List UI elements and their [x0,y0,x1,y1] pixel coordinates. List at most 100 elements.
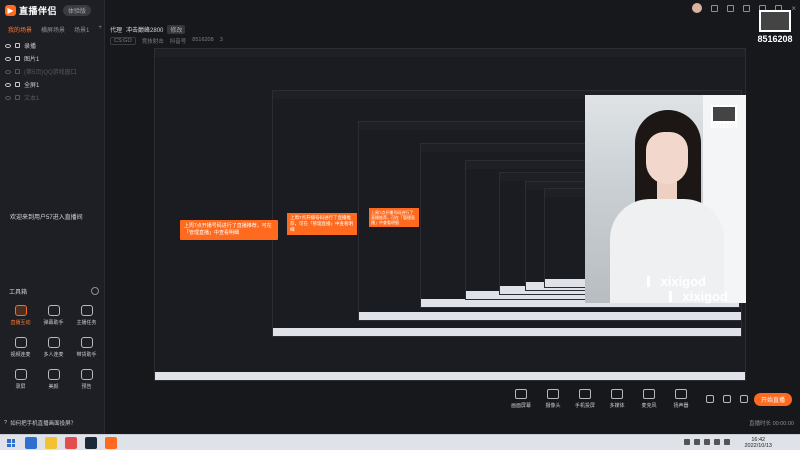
id-label: 抖音号 [169,39,187,45]
eye-icon[interactable] [5,95,11,100]
notice-icon [80,369,93,380]
eye-icon[interactable] [5,43,11,48]
folder-icon[interactable] [45,437,57,449]
phone-cast-button[interactable]: 手机投屏 [574,389,596,409]
eye-icon[interactable] [5,56,11,61]
source-label: 文本1 [24,96,40,102]
status-right: 直播时长 00:00:00 [749,419,794,427]
toolbox-title: 工具箱 [9,290,28,296]
shop-icon [80,337,93,348]
help-tip[interactable]: ? 如何把手机直播画面投屏？ [4,419,76,427]
subcategory-tag: 竞技射击 [141,39,164,45]
tool-video-link[interactable]: 视频连麦 [4,337,37,363]
toolbox-grid: 直播互动 弹幕助手 主播任务 视频连麦 多人连麦 带货助手 录屏 美颜 预告 [4,305,104,395]
source-item[interactable]: 录播 [5,39,100,52]
tool-task[interactable]: 主播任务 [70,305,103,331]
category-tag[interactable]: CS:GO [110,37,136,45]
clock[interactable]: 16:42 2022/10/13 [744,437,772,449]
stamp-image [759,10,791,32]
stream-meta: CS:GO 竞技射击 抖音号 8516208 3 [110,37,223,45]
live-preview[interactable]: 上周7点开播号码进行了直播推荐，可在「管理直播」中查看明细 上周7点开播号码进行… [154,48,746,381]
tool-multi-link[interactable]: 多人连麦 [37,337,70,363]
source-label: 图片1 [24,57,40,63]
multi-link-icon [47,337,60,348]
camera-icon [547,389,559,399]
help-icon: ? [4,420,8,426]
add-camera-button[interactable]: 摄像头 [542,389,564,409]
speaker-button[interactable]: 扬声器 [670,389,692,409]
lock-icon[interactable] [15,82,20,87]
source-item[interactable]: 图片1 [5,52,100,65]
more-tools-icon[interactable] [91,287,99,295]
scene-tabs: 我的场景 横屏场景 场景1 + [8,25,102,34]
source-list: 录播 图片1 (第5页)QQ游戏窗口 全屏1 文本1 [5,39,100,104]
mic-button[interactable]: 麦克风 [638,389,660,409]
id-stamp: 8516208 [754,10,796,44]
tool-shop[interactable]: 带货助手 [70,337,103,363]
windows-start-icon[interactable] [7,439,15,447]
taskbar-apps [25,437,117,449]
tab-my-scene[interactable]: 我的场景 [8,25,32,34]
search-icon[interactable] [25,437,37,449]
user-avatar[interactable] [692,3,703,13]
settings-quick-icon[interactable] [740,395,748,403]
recommend-note-nested: 上周7点开播号码进行了直播推荐，可在「管理直播」中查看明细 [369,208,419,227]
settings-icon[interactable] [711,4,719,12]
tool-record[interactable]: 录屏 [4,369,37,395]
douyin-logo-icon [647,276,656,287]
task-icon [80,305,93,316]
refresh-icon[interactable] [723,395,731,403]
douyin-watermark: xixigod [669,289,728,304]
source-label: 录播 [24,44,37,50]
source-item[interactable]: 全屏1 [5,78,100,91]
id-value: 8516208 [192,37,214,43]
app-icon[interactable] [65,437,77,449]
topic-value: 冲击巅峰2800 [126,28,164,34]
video-link-icon [14,337,27,348]
tool-notice[interactable]: 预告 [70,369,103,395]
edit-topic-button[interactable]: 修改 [167,25,186,34]
quick-controls [706,395,748,403]
douyin-watermark: xixigod [647,274,706,289]
go-live-button[interactable]: 开始直播 [754,393,792,406]
screen-icon [515,389,527,399]
stream-info-bar: 代理 冲击巅峰2800 修改 CS:GO 竞技射击 抖音号 8516208 3 [106,18,666,46]
add-scene-button[interactable]: + [98,25,102,34]
tool-danmaku[interactable]: 弹幕助手 [37,305,70,331]
lock-icon[interactable] [15,69,20,74]
recommend-note-nested: 上周7点开播号码进行了直播推荐，可在「管理直播」中查看明细 [287,213,357,235]
mic-icon [643,389,655,399]
live-duration: 直播时长 00:00:00 [749,421,794,427]
source-item[interactable]: 文本1 [5,91,100,104]
recommend-note: 上周7点开播号码进行了直播推荐，可在「管理直播」中查看明细 [180,220,278,240]
lock-icon[interactable] [15,95,20,100]
eye-icon[interactable] [5,82,11,87]
os-taskbar: 16:42 2022/10/13 [0,434,800,450]
version-badge[interactable]: 体验版 [63,5,92,16]
menu-icon[interactable] [743,4,751,12]
source-label: (第5页)QQ游戏窗口 [24,70,77,76]
message-icon[interactable] [727,4,735,12]
tab-landscape-scene[interactable]: 横屏场景 [41,25,65,34]
tab-scene-1[interactable]: 场景1 [74,25,89,34]
system-tray [684,439,730,445]
media-icon [611,389,623,399]
add-media-button[interactable]: 多媒体 [606,389,628,409]
live-companion-icon[interactable] [105,437,117,449]
app-brand: ▶ 直播伴侣 体验版 [5,4,92,17]
lock-icon[interactable] [15,43,20,48]
steam-icon[interactable] [85,437,97,449]
eye-icon[interactable] [5,69,11,74]
record-quick-icon[interactable] [706,395,714,403]
lock-icon[interactable] [15,56,20,61]
source-item[interactable]: (第5页)QQ游戏窗口 [5,65,100,78]
interact-icon [14,305,27,316]
id-stamp-nested: 8516208 [705,105,743,130]
tool-interact[interactable]: 直播互动 [4,305,37,331]
left-panel: ▶ 直播伴侣 体验版 我的场景 横屏场景 场景1 + 录播 图片1 (第5页)Q… [0,0,105,435]
app-logo-icon: ▶ [5,5,16,16]
tool-beauty[interactable]: 美颜 [37,369,70,395]
app-name: 直播伴侣 [19,6,58,16]
beauty-icon [47,369,60,380]
add-screen-button[interactable]: 画面屏幕 [510,389,532,409]
